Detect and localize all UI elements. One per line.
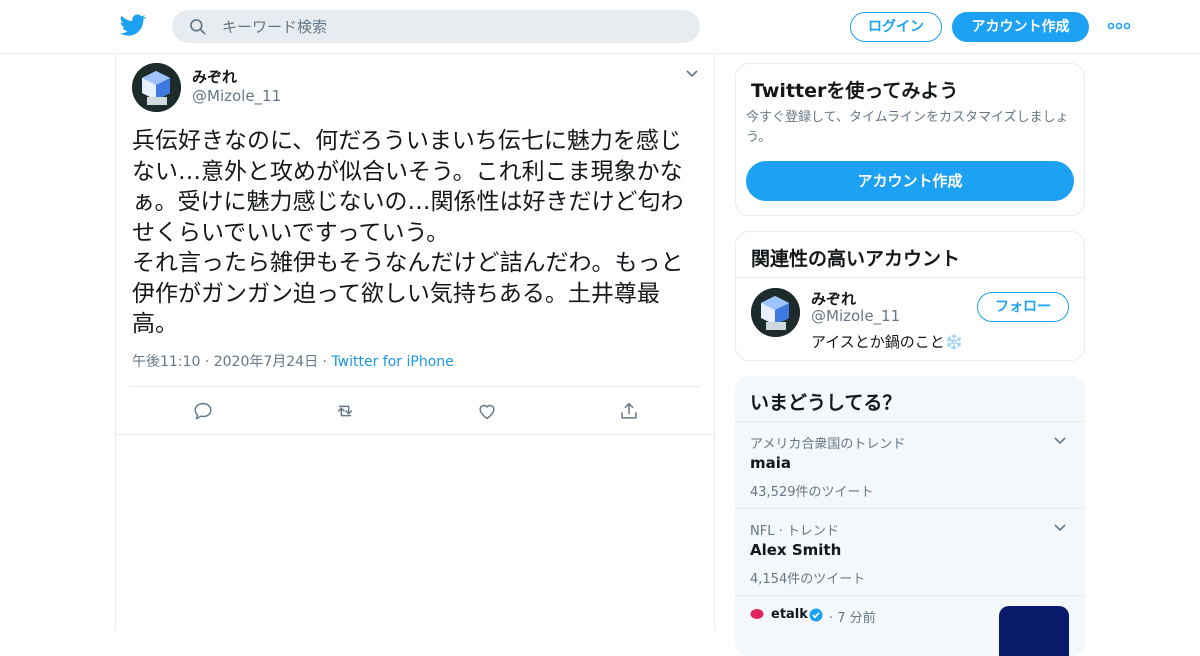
follow-button[interactable]: フォロー bbox=[977, 292, 1069, 322]
meta-separator: · bbox=[204, 354, 210, 370]
search-input[interactable] bbox=[222, 10, 682, 43]
share-icon[interactable] bbox=[618, 400, 640, 422]
related-account-bio: アイスとか鍋のこと❄️ bbox=[811, 333, 964, 351]
chevron-down-icon[interactable] bbox=[1053, 523, 1067, 533]
etalk-logo-icon bbox=[750, 609, 764, 619]
signup-card-subtitle: 今すぐ登録して、タイムラインをカスタマイズしましょう。 bbox=[746, 110, 1069, 145]
author-name[interactable]: みぞれ bbox=[192, 66, 237, 87]
trends-card: いまどうしてる？ アメリカ合衆国のトレンド maia 43,529件のツイート … bbox=[735, 376, 1085, 656]
news-thumbnail[interactable] bbox=[999, 606, 1069, 656]
trend-title[interactable]: Alex Smith bbox=[750, 541, 841, 559]
login-button[interactable]: ログイン bbox=[850, 12, 942, 42]
related-accounts-title: 関連性の高いアカウント bbox=[751, 248, 961, 270]
news-time: · 7 分前 bbox=[829, 611, 876, 626]
tweet-date[interactable]: 2020年7月24日 bbox=[214, 354, 318, 370]
tweet-detail: みぞれ @Mizole_11 兵伝好きなのに、何だろういまいち伝七に魅力を感じな… bbox=[115, 54, 715, 630]
signup-card: Twitterを使ってみよう 今すぐ登録して、タイムラインをカスタマイズしましょ… bbox=[735, 63, 1085, 216]
related-accounts-card: 関連性の高いアカウント みぞれ @Mizole_11 アイスとか鍋のこと❄️ フ… bbox=[735, 231, 1085, 361]
trend-context: NFL · トレンド bbox=[750, 524, 839, 539]
signup-card-button[interactable]: アカウント作成 bbox=[746, 161, 1074, 201]
related-account-name[interactable]: みぞれ bbox=[811, 288, 856, 309]
reply-icon[interactable] bbox=[192, 400, 214, 422]
tweet-source-link[interactable]: Twitter for iPhone bbox=[331, 354, 453, 370]
tweet-text: 兵伝好きなのに、何だろういまいち伝七に魅力を感じない…意外と攻めが似合いそう。こ… bbox=[132, 128, 684, 337]
trend-context: アメリカ合衆国のトレンド bbox=[750, 437, 906, 452]
trends-title: いまどうしてる？ bbox=[750, 392, 902, 414]
chevron-down-icon[interactable] bbox=[684, 68, 700, 80]
search-icon bbox=[190, 19, 206, 35]
like-icon[interactable] bbox=[476, 400, 498, 422]
top-navigation-bar: ログイン アカウント作成 bbox=[0, 0, 1200, 54]
author-avatar[interactable] bbox=[132, 63, 181, 112]
retweet-icon[interactable] bbox=[334, 400, 356, 422]
avatar-image-icon bbox=[751, 288, 800, 337]
trend-title[interactable]: maia bbox=[750, 454, 791, 472]
trend-item[interactable]: NFL · トレンド Alex Smith 4,154件のツイート bbox=[735, 508, 1085, 595]
related-account-handle[interactable]: @Mizole_11 bbox=[811, 307, 900, 325]
verified-badge-icon bbox=[809, 608, 823, 622]
meta-separator: · bbox=[322, 354, 327, 370]
related-account-avatar[interactable] bbox=[751, 288, 800, 337]
tweet-meta: 午後11:10 · 2020年7月24日 · Twitter for iPhon… bbox=[132, 351, 454, 371]
signup-button[interactable]: アカウント作成 bbox=[952, 12, 1089, 42]
avatar-image-icon bbox=[132, 63, 181, 112]
trend-count: 43,529件のツイート bbox=[750, 485, 874, 500]
trend-item[interactable]: アメリカ合衆国のトレンド maia 43,529件のツイート bbox=[735, 421, 1085, 508]
news-source[interactable]: etalk bbox=[771, 607, 808, 622]
trend-count: 4,154件のツイート bbox=[750, 572, 866, 587]
news-item[interactable]: etalk · 7 分前 bbox=[735, 595, 1085, 656]
tweet-time[interactable]: 午後11:10 bbox=[132, 354, 200, 370]
author-handle[interactable]: @Mizole_11 bbox=[192, 87, 281, 105]
tweet-actions bbox=[116, 387, 714, 435]
divider bbox=[736, 277, 1084, 278]
more-dots-icon[interactable] bbox=[1107, 18, 1131, 34]
twitter-bird-icon[interactable] bbox=[119, 12, 147, 38]
search-box[interactable] bbox=[172, 10, 700, 43]
signup-card-title: Twitterを使ってみよう bbox=[751, 80, 959, 102]
chevron-down-icon[interactable] bbox=[1053, 436, 1067, 446]
